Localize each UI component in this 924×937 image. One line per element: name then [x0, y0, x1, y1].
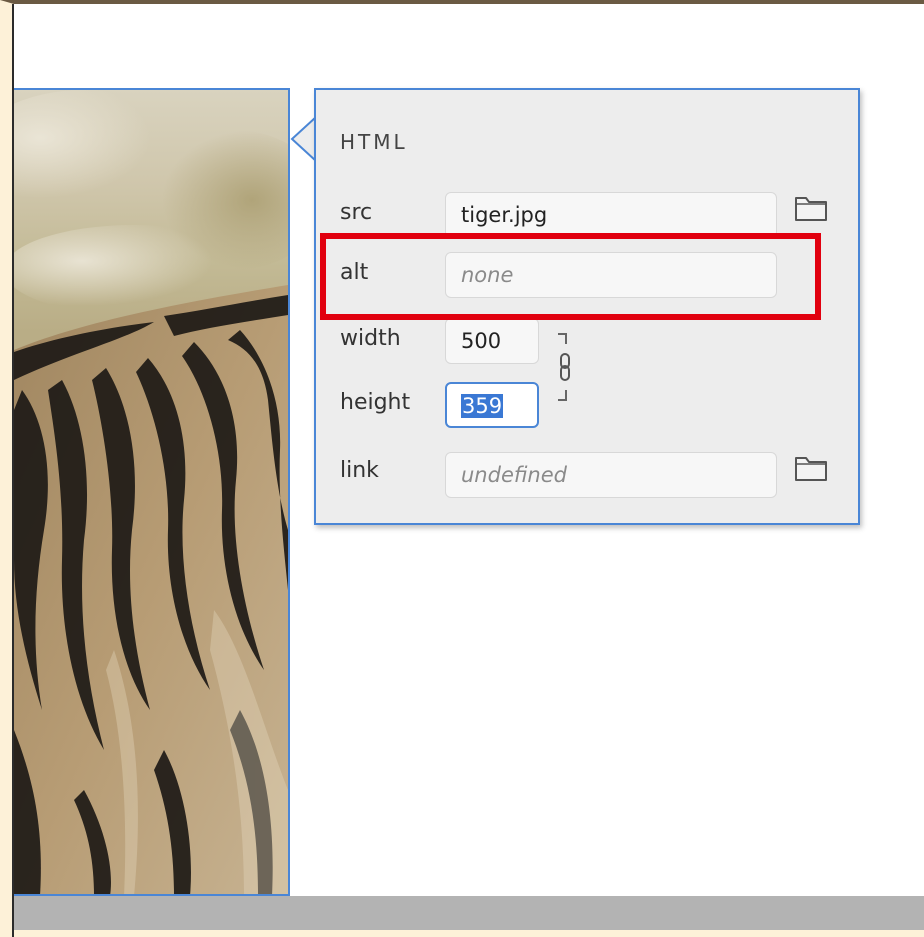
folder-icon[interactable]: [794, 194, 828, 222]
link-input[interactable]: undefined: [445, 452, 777, 498]
height-label: height: [340, 390, 411, 415]
width-input[interactable]: 500: [445, 318, 539, 364]
src-input[interactable]: tiger.jpg: [445, 192, 777, 238]
tiger-image: [14, 90, 288, 894]
window-bottom-edge: [14, 930, 924, 937]
height-input[interactable]: 359: [445, 382, 539, 428]
alt-field-highlight: [320, 233, 821, 320]
width-label: width: [340, 326, 401, 351]
src-label: src: [340, 200, 373, 225]
height-input-selection: 359: [461, 394, 504, 418]
folder-icon[interactable]: [794, 454, 828, 482]
link-label: link: [340, 458, 379, 483]
selected-image[interactable]: [14, 88, 290, 896]
popup-title: HTML: [340, 130, 408, 154]
chain-link-icon[interactable]: [552, 330, 576, 408]
status-bar: [14, 896, 924, 930]
